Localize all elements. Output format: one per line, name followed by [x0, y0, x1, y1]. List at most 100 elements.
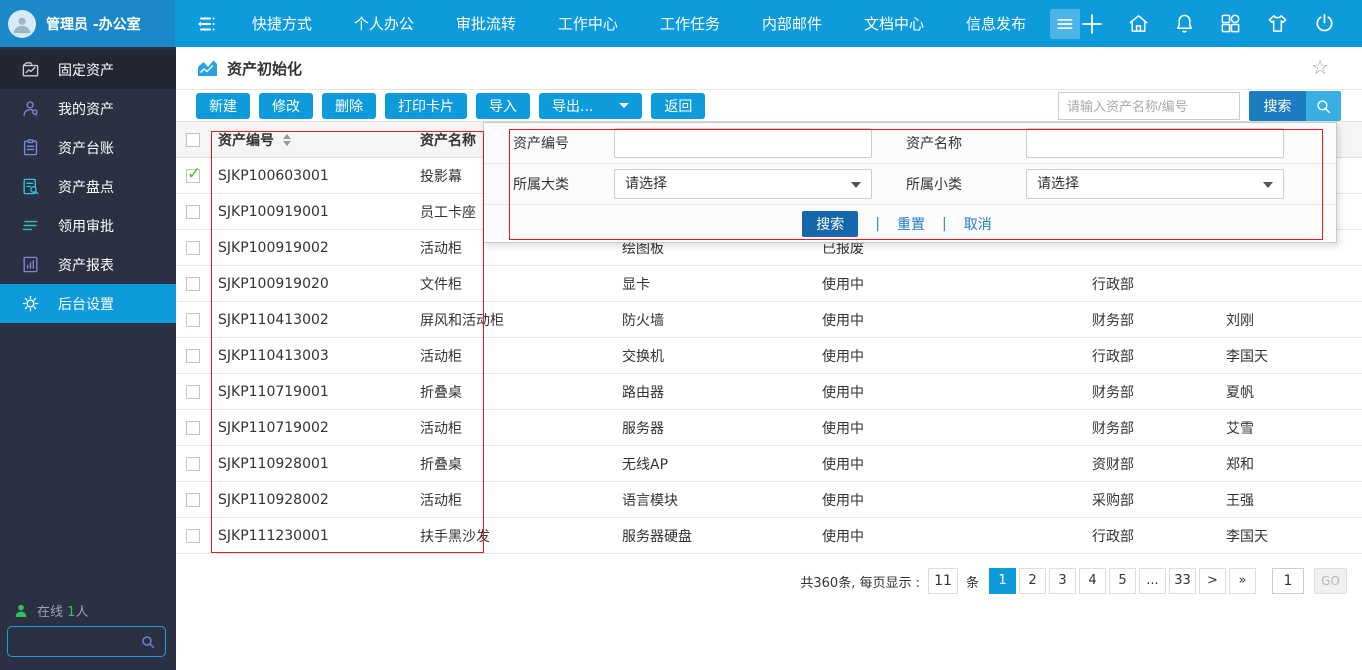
- print-card-button[interactable]: 打印卡片: [385, 93, 467, 119]
- row-checkbox[interactable]: [186, 529, 200, 543]
- row-checkbox[interactable]: [186, 385, 200, 399]
- pagination: 共360条, 每页显示 : 11 条 1 2 3 4 5: [176, 568, 1362, 594]
- search-icon[interactable]: [1306, 91, 1341, 121]
- row-checkbox[interactable]: [186, 241, 200, 255]
- menu-item-work-tasks[interactable]: 工作任务: [646, 13, 734, 34]
- row-checkbox[interactable]: [186, 169, 200, 183]
- menu-item-info-publish[interactable]: 信息发布: [952, 13, 1040, 34]
- asset-name-cell: 活动柜: [410, 346, 610, 366]
- page-button[interactable]: 2: [1019, 568, 1046, 594]
- new-button[interactable]: 新建: [196, 93, 250, 119]
- cancel-button[interactable]: 取消: [964, 214, 992, 234]
- online-user-icon: [13, 603, 29, 619]
- table-row[interactable]: SJKP110928001 折叠桌 无线AP 使用中 资财部 郑和: [176, 446, 1362, 482]
- sidebar-item-asset-ledger[interactable]: 资产台账: [0, 128, 176, 167]
- sidebar-search[interactable]: [7, 626, 166, 657]
- bell-icon[interactable]: [1173, 12, 1196, 35]
- collapse-menu-icon[interactable]: [194, 12, 218, 36]
- menu-item-work-center[interactable]: 工作中心: [544, 13, 632, 34]
- row-checkbox[interactable]: [186, 493, 200, 507]
- asset-model-cell: 服务器: [610, 418, 810, 438]
- power-icon[interactable]: [1313, 12, 1336, 35]
- star-icon[interactable]: ☆: [1311, 57, 1329, 77]
- chevron-down-icon: [851, 182, 861, 188]
- sidebar-item-label: 资产盘点: [58, 177, 114, 197]
- row-checkbox[interactable]: [186, 205, 200, 219]
- apps-grid-icon[interactable]: [1219, 12, 1242, 35]
- approval-list-icon: [21, 216, 40, 235]
- asset-code-cell: SJKP100919020: [210, 276, 410, 292]
- row-checkbox[interactable]: [186, 313, 200, 327]
- table-row[interactable]: SJKP110413002 屏风和活动柜 防火墙 使用中 财务部 刘刚: [176, 302, 1362, 338]
- asset-name-cell: 扶手黑沙发: [410, 526, 610, 546]
- major-category-select[interactable]: 请选择: [614, 169, 872, 199]
- delete-button[interactable]: 删除: [322, 93, 376, 119]
- sidebar-item-my-assets[interactable]: 我的资产: [0, 89, 176, 128]
- asset-code-input[interactable]: [614, 128, 872, 158]
- menu-item-approval-flow[interactable]: 审批流转: [442, 13, 530, 34]
- theme-shirt-icon[interactable]: [1265, 12, 1290, 35]
- panel-search-button[interactable]: 搜索: [802, 211, 858, 237]
- reset-button[interactable]: 重置: [897, 214, 925, 234]
- page-button[interactable]: 1: [989, 568, 1016, 594]
- table-row[interactable]: SJKP110413003 活动柜 交换机 使用中 行政部 李国天: [176, 338, 1362, 374]
- sort-icon[interactable]: [283, 134, 291, 146]
- sidebar-item-asset-inventory[interactable]: 资产盘点: [0, 167, 176, 206]
- chart-icon: [21, 60, 40, 79]
- search-button[interactable]: 搜索: [1249, 91, 1306, 121]
- asset-status-cell: 使用中: [810, 310, 1080, 330]
- page-button[interactable]: >: [1199, 568, 1226, 594]
- asset-dept-cell: 财务部: [1080, 382, 1214, 402]
- export-button[interactable]: 导出...: [539, 93, 642, 119]
- select-all-checkbox[interactable]: [186, 133, 200, 147]
- menu-item-internal-mail[interactable]: 内部邮件: [748, 13, 836, 34]
- page-button[interactable]: 33: [1169, 568, 1196, 594]
- row-checkbox[interactable]: [186, 277, 200, 291]
- page-buttons: 1 2 3 4 5 ... 33 >: [989, 568, 1256, 594]
- top-menu-bar: 快捷方式 个人办公 审批流转 工作中心 工作任务 内部邮件 文档中心 信息发布: [175, 0, 1362, 47]
- page-button[interactable]: 5: [1109, 568, 1136, 594]
- menu-item-document-center[interactable]: 文档中心: [850, 13, 938, 34]
- table-row[interactable]: SJKP110928002 活动柜 语言模块 使用中 采购部 王强: [176, 482, 1362, 518]
- page-button[interactable]: »: [1229, 568, 1256, 594]
- goto-page-input[interactable]: [1272, 568, 1304, 594]
- row-checkbox[interactable]: [186, 349, 200, 363]
- page-button[interactable]: ...: [1139, 568, 1166, 594]
- menu-item-shortcuts[interactable]: 快捷方式: [238, 13, 326, 34]
- row-checkbox[interactable]: [186, 421, 200, 435]
- sidebar-item-requisition-approval[interactable]: 领用审批: [0, 206, 176, 245]
- user-area[interactable]: 管理员 -办公室: [0, 0, 175, 47]
- back-button[interactable]: 返回: [651, 93, 705, 119]
- sidebar-item-backend-settings[interactable]: 后台设置: [0, 284, 176, 323]
- menu-item-personal-office[interactable]: 个人办公: [340, 13, 428, 34]
- home-icon[interactable]: [1127, 12, 1150, 35]
- sidebar-item-asset-reports[interactable]: 资产报表: [0, 245, 176, 284]
- asset-model-cell: 语言模块: [610, 490, 810, 510]
- table-row[interactable]: SJKP110719001 折叠桌 路由器 使用中 财务部 夏帆: [176, 374, 1362, 410]
- page-button[interactable]: 3: [1049, 568, 1076, 594]
- asset-code-label: 资产编号: [513, 133, 614, 153]
- asset-person-cell: 刘刚: [1214, 310, 1362, 330]
- modify-button[interactable]: 修改: [259, 93, 313, 119]
- plus-icon[interactable]: [1080, 12, 1104, 36]
- table-row[interactable]: SJKP100919020 文件柜 显卡 使用中 行政部: [176, 266, 1362, 302]
- main-content: 资产初始化 ☆ 新建 修改 删除 打印卡片 导入 导出... 返回 搜索: [176, 47, 1362, 670]
- asset-name-input[interactable]: [1026, 128, 1284, 158]
- table-row[interactable]: SJKP111230001 扶手黑沙发 服务器硬盘 使用中 行政部 李国天: [176, 518, 1362, 554]
- asset-code-cell: SJKP110719002: [210, 420, 410, 436]
- asset-search-input[interactable]: [1058, 92, 1240, 120]
- sidebar-item-fixed-assets[interactable]: 固定资产: [0, 50, 176, 89]
- go-button[interactable]: GO: [1314, 568, 1347, 594]
- row-checkbox[interactable]: [186, 457, 200, 471]
- filter-panel: 资产编号 资产名称 所属大类 请选择 所属小类 请选择 搜索 | 重置: [483, 122, 1337, 243]
- asset-name-cell: 屏风和活动柜: [410, 310, 610, 330]
- minor-category-select[interactable]: 请选择: [1026, 169, 1284, 199]
- asset-status-cell: 使用中: [810, 526, 1080, 546]
- more-menu-button[interactable]: [1050, 9, 1080, 39]
- import-button[interactable]: 导入: [476, 93, 530, 119]
- page-button[interactable]: 4: [1079, 568, 1106, 594]
- table-row[interactable]: SJKP110719002 活动柜 服务器 使用中 财务部 艾雪: [176, 410, 1362, 446]
- page-size-box[interactable]: 11: [928, 568, 958, 594]
- chevron-down-icon: [619, 103, 629, 108]
- asset-person-cell: 李国天: [1214, 346, 1362, 366]
